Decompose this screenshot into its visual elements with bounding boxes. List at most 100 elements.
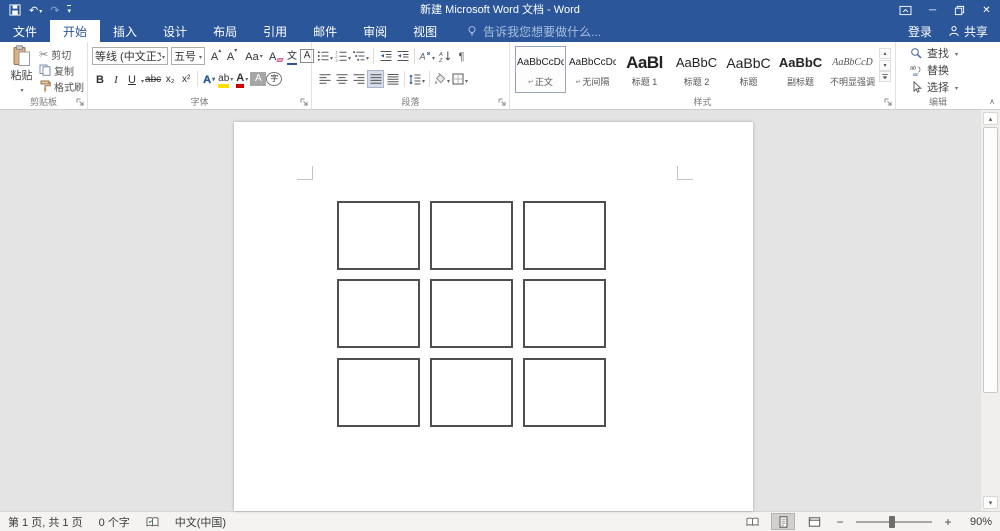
save-button[interactable]	[9, 2, 21, 18]
style-title[interactable]: AaBbC 标题	[723, 46, 774, 93]
text-highlight-button[interactable]: ab	[217, 70, 234, 88]
proofing-status-icon[interactable]	[146, 516, 159, 528]
file-tab[interactable]: 文件	[0, 20, 50, 42]
rectangle-shape[interactable]	[337, 358, 420, 427]
bullets-button[interactable]	[316, 47, 334, 65]
rectangle-shape[interactable]	[523, 358, 606, 427]
rectangle-shape[interactable]	[430, 201, 513, 270]
style-heading-2[interactable]: AaBbC 标题 2	[671, 46, 722, 93]
subscript-button[interactable]: x₂	[162, 70, 178, 88]
change-case-button[interactable]: Aa	[245, 47, 262, 65]
borders-button[interactable]	[451, 70, 469, 88]
rectangle-shape[interactable]	[337, 201, 420, 270]
document-canvas[interactable]	[0, 110, 1000, 511]
restore-button[interactable]	[946, 1, 973, 20]
underline-button[interactable]: U	[124, 70, 140, 88]
shading-button[interactable]	[433, 70, 451, 88]
find-button[interactable]: 查找	[910, 45, 997, 61]
paragraph-dialog-launcher-icon[interactable]	[498, 98, 507, 107]
numbering-button[interactable]: 123	[334, 47, 352, 65]
styles-more-button[interactable]	[879, 71, 891, 82]
scrollbar-thumb[interactable]	[983, 127, 998, 393]
rectangle-shape[interactable]	[337, 279, 420, 348]
rectangle-shape[interactable]	[430, 279, 513, 348]
read-mode-view-button[interactable]	[740, 513, 764, 530]
tab-view[interactable]: 视图	[400, 20, 450, 42]
zoom-level[interactable]: 90%	[962, 516, 992, 528]
tab-references[interactable]: 引用	[250, 20, 300, 42]
style-subtle-emphasis[interactable]: AaBbCcD 不明显强调	[827, 46, 878, 93]
tab-review[interactable]: 审阅	[350, 20, 400, 42]
increase-indent-button[interactable]	[394, 47, 411, 65]
styles-scroll-up-button[interactable]	[879, 48, 891, 59]
customize-qat-button[interactable]	[67, 2, 71, 18]
enclose-characters-button[interactable]: 字	[266, 71, 283, 86]
font-name-select[interactable]: 等线 (中文正文)	[92, 46, 169, 65]
italic-button[interactable]: I	[108, 70, 124, 88]
replace-button[interactable]: ab ac 替换	[910, 62, 997, 78]
grow-font-button[interactable]: A	[208, 47, 224, 65]
character-shading-button[interactable]: A	[250, 71, 267, 86]
word-count[interactable]: 0 个字	[99, 514, 130, 530]
font-color-button[interactable]: A	[234, 70, 250, 88]
zoom-in-button[interactable]	[941, 515, 955, 529]
sort-button[interactable]: AZ	[436, 47, 453, 65]
page-indicator[interactable]: 第 1 页, 共 1 页	[8, 514, 83, 530]
superscript-button[interactable]: x²	[178, 70, 194, 88]
cut-button[interactable]: 剪切	[39, 47, 84, 62]
zoom-out-button[interactable]	[833, 515, 847, 529]
shrink-font-button[interactable]: A	[224, 47, 240, 65]
print-layout-view-button[interactable]	[771, 513, 795, 530]
copy-button[interactable]: 复制	[39, 63, 84, 78]
tab-design[interactable]: 设计	[150, 20, 200, 42]
style-no-spacing[interactable]: AaBbCcDd ↵ 无间隔	[567, 46, 618, 93]
align-center-button[interactable]	[333, 70, 350, 88]
style-normal[interactable]: AaBbCcDd ↵ 正文	[515, 46, 566, 93]
tab-mailings[interactable]: 邮件	[300, 20, 350, 42]
justify-button[interactable]	[367, 69, 384, 88]
text-effects-button[interactable]: A	[201, 70, 217, 88]
share-button[interactable]: 共享	[948, 23, 988, 40]
tab-insert[interactable]: 插入	[100, 20, 150, 42]
multilevel-list-button[interactable]	[352, 47, 370, 65]
redo-button[interactable]: ↷	[50, 2, 59, 18]
clear-formatting-button[interactable]: A	[268, 47, 284, 65]
collapse-ribbon-button[interactable]	[989, 97, 995, 106]
minimize-button[interactable]	[919, 1, 946, 20]
style-heading-1[interactable]: AaBl 标题 1	[619, 46, 670, 93]
format-painter-button[interactable]: 格式刷	[39, 79, 84, 94]
font-size-select[interactable]: 五号	[171, 46, 206, 65]
ribbon-display-options-button[interactable]	[892, 1, 919, 20]
asian-layout-button[interactable]: A	[418, 47, 436, 65]
web-layout-view-button[interactable]	[802, 513, 826, 530]
document-page[interactable]	[234, 122, 753, 511]
rectangle-shape[interactable]	[430, 358, 513, 427]
align-right-button[interactable]	[350, 70, 367, 88]
tell-me-box[interactable]: 告诉我您想要做什么...	[456, 20, 611, 42]
line-spacing-button[interactable]	[408, 70, 426, 88]
decrease-indent-button[interactable]	[377, 47, 394, 65]
scroll-down-button[interactable]	[983, 496, 998, 509]
scroll-up-button[interactable]	[983, 112, 998, 125]
paste-button[interactable]: 粘贴	[4, 45, 39, 95]
style-subtitle[interactable]: AaBbC 副标题	[775, 46, 826, 93]
strikethrough-button[interactable]: abc	[144, 70, 162, 88]
phonetic-guide-button[interactable]: 文	[284, 47, 300, 65]
bold-button[interactable]: B	[92, 70, 108, 88]
rectangle-shape[interactable]	[523, 279, 606, 348]
rectangle-shape[interactable]	[523, 201, 606, 270]
close-button[interactable]	[973, 1, 1000, 20]
tab-home[interactable]: 开始	[50, 20, 101, 42]
undo-button[interactable]: ↶	[29, 2, 42, 18]
language-indicator[interactable]: 中文(中国)	[175, 514, 226, 530]
clipboard-dialog-launcher-icon[interactable]	[76, 98, 85, 107]
font-dialog-launcher-icon[interactable]	[300, 98, 309, 107]
align-left-button[interactable]	[316, 70, 333, 88]
zoom-slider-thumb[interactable]	[889, 515, 895, 528]
tab-layout[interactable]: 布局	[200, 20, 250, 42]
show-hide-marks-button[interactable]	[453, 47, 470, 65]
zoom-slider[interactable]	[856, 515, 932, 528]
select-button[interactable]: 选择	[910, 79, 997, 95]
sign-in-button[interactable]: 登录	[908, 23, 932, 40]
distribute-button[interactable]	[384, 70, 401, 88]
